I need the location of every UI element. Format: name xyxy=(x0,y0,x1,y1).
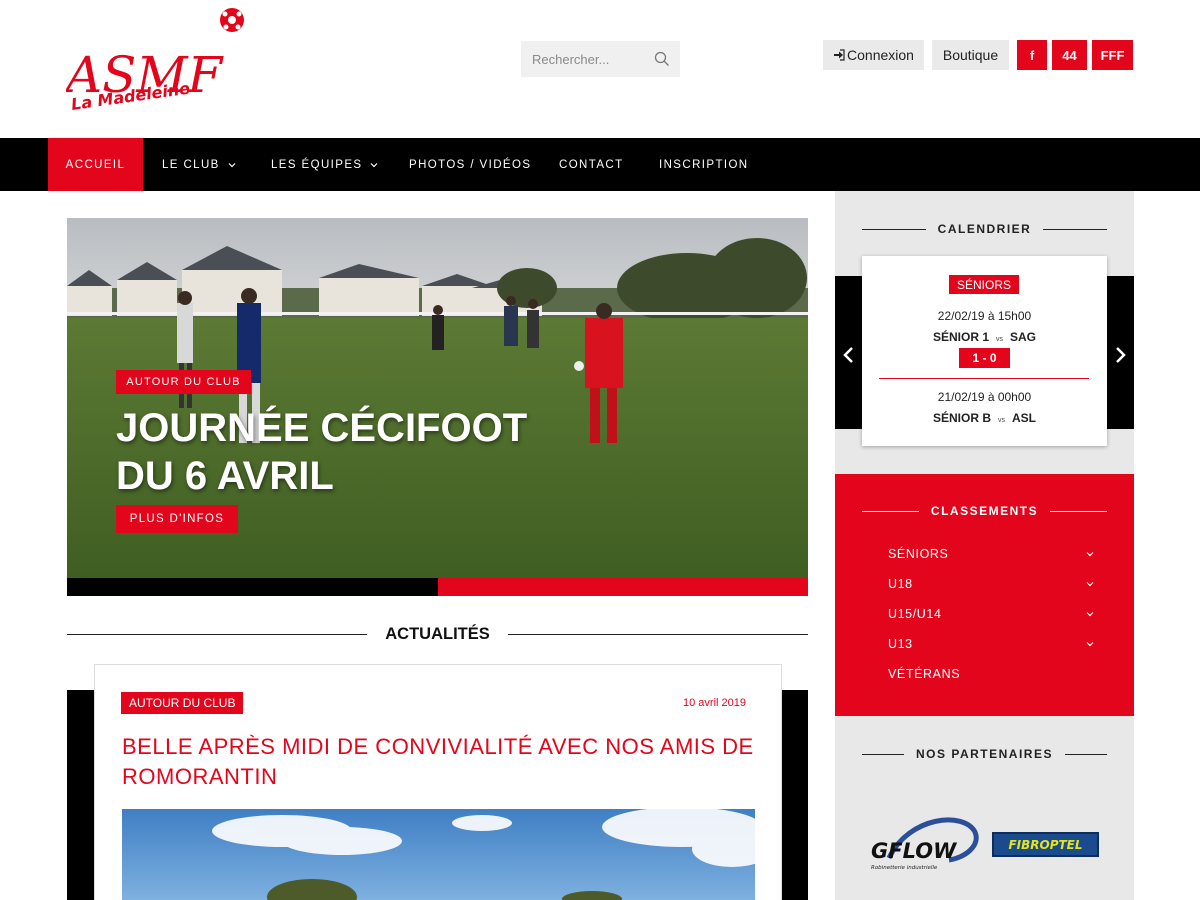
news-article-card[interactable]: AUTOUR DU CLUB 10 avril 2019 BELLE APRÈS… xyxy=(94,664,782,900)
nav-item-photos-videos[interactable]: Photos / Vidéos xyxy=(409,138,531,191)
football-icon xyxy=(220,8,244,32)
article-title[interactable]: BELLE APRÈS MIDI DE CONVIVIALITÉ AVEC NO… xyxy=(122,732,762,792)
away-team: SAG xyxy=(1010,330,1037,344)
article-image[interactable] xyxy=(122,809,755,900)
nav-item-label: Contact xyxy=(559,158,624,171)
rankings-header: CLASSEMENTS xyxy=(862,501,1107,521)
search-input[interactable] xyxy=(521,41,641,77)
login-icon xyxy=(834,49,845,61)
search-box xyxy=(521,41,680,77)
divider xyxy=(1050,510,1107,512)
calendar-category-badge[interactable]: SÉNIORS xyxy=(949,275,1020,294)
hero-title[interactable]: JOURNÉE CÉCIFOOT DU 6 AVRIL xyxy=(116,404,636,500)
fff-label: FFF xyxy=(1100,47,1125,63)
hero-more-info-button[interactable]: PLUS D'INFOS xyxy=(116,505,238,533)
divider xyxy=(67,633,368,635)
hero-title-line: DU 6 AVRIL xyxy=(116,454,334,498)
divider xyxy=(862,753,905,755)
calendar-card: SÉNIORS 22/02/19 à 15h00 SÉNIOR 1 vs SAG 1… xyxy=(862,256,1107,446)
partners-header: NOS PARTENAIRES xyxy=(862,744,1107,764)
divider xyxy=(1064,753,1107,755)
calendar-header: CALENDRIER xyxy=(862,219,1108,239)
match-teams[interactable]: SÉNIOR 1 vs SAG xyxy=(862,330,1107,344)
article-date: 10 avril 2019 xyxy=(683,697,746,709)
news-section-header: ACTUALITÉS xyxy=(67,621,808,647)
ranking-item-u13[interactable]: U13 xyxy=(888,634,1094,654)
connexion-button[interactable]: Connexion xyxy=(823,40,924,70)
rankings-panel: CLASSEMENTS SÉNIORS U18 U15/U14 U13 VÉTÉ… xyxy=(835,474,1134,716)
ranking-item-label: SÉNIORS xyxy=(888,547,949,561)
divider xyxy=(879,378,1089,379)
ranking-item-u18[interactable]: U18 xyxy=(888,574,1094,594)
article-photo xyxy=(122,809,755,900)
chevron-down-icon xyxy=(1086,612,1094,617)
club-logo[interactable]: ASMF La Madeleine xyxy=(62,6,248,116)
partner-logo-gflow[interactable]: GFLOW Robinetterie industrielle xyxy=(869,816,979,871)
divider xyxy=(507,633,808,635)
partners-title: NOS PARTENAIRES xyxy=(916,747,1053,761)
vs-label: vs xyxy=(996,336,1003,343)
nav-item-le-club[interactable]: Le Club xyxy=(162,138,236,191)
partner-logo-fibroptel[interactable]: FIBROPTEL xyxy=(992,832,1099,857)
ranking-item-label: U15/U14 xyxy=(888,607,942,621)
news-section-title: ACTUALITÉS xyxy=(385,624,490,643)
nav-item-accueil[interactable]: Accueil xyxy=(48,138,143,191)
sidebar: CALENDRIER SÉNIORS 22/02/19 à 15h00 SÉNI… xyxy=(835,191,1134,900)
partner-name: GFLOW xyxy=(871,839,957,863)
home-team: SÉNIOR B xyxy=(932,411,991,425)
away-team: ASL xyxy=(1012,411,1036,425)
main-nav: Accueil Le Club Les Équipes Photos / Vid… xyxy=(0,138,1200,191)
chevron-down-icon xyxy=(228,162,236,167)
chevron-down-icon xyxy=(371,162,378,167)
nav-item-label: Le Club xyxy=(162,158,220,171)
article-category-badge[interactable]: AUTOUR DU CLUB xyxy=(121,692,244,714)
slider-progress-bar[interactable] xyxy=(67,578,808,596)
nav-item-label: Inscription xyxy=(659,158,749,171)
divider xyxy=(862,510,919,512)
hero-title-line: JOURNÉE CÉCIFOOT xyxy=(116,406,528,450)
fff-button[interactable]: FFF xyxy=(1092,40,1133,70)
match-date: 22/02/19 à 15h00 xyxy=(937,309,1032,323)
calendar-title: CALENDRIER xyxy=(937,222,1032,236)
nav-item-label: Photos / Vidéos xyxy=(409,158,532,171)
match-score: 1 - 0 xyxy=(959,348,1010,368)
chevron-down-icon xyxy=(1086,582,1094,587)
chevron-down-icon xyxy=(1086,642,1094,647)
search-icon[interactable] xyxy=(654,51,670,67)
home-team: SÉNIOR 1 xyxy=(932,330,989,344)
club-logo-graphic: ASMF La Madeleine xyxy=(62,8,244,114)
boutique-button[interactable]: Boutique xyxy=(932,40,1009,70)
match-teams[interactable]: SÉNIOR B vs ASL xyxy=(862,411,1107,425)
vs-label: vs xyxy=(998,417,1005,424)
divider xyxy=(1043,228,1108,230)
district-44-label: 44 xyxy=(1062,47,1077,63)
ranking-item-seniors[interactable]: SÉNIORS xyxy=(888,544,1094,564)
ranking-item-veterans[interactable]: VÉTÉRANS xyxy=(888,664,1094,684)
nav-item-inscription[interactable]: Inscription xyxy=(659,138,749,191)
ranking-item-label: U18 xyxy=(888,577,913,591)
nav-item-label: Les Équipes xyxy=(271,158,363,171)
divider xyxy=(862,228,926,230)
rankings-title: CLASSEMENTS xyxy=(930,504,1039,518)
hero-category-badge[interactable]: AUTOUR DU CLUB xyxy=(116,370,251,394)
partner-name: FIBROPTEL xyxy=(1008,838,1082,852)
chevron-down-icon xyxy=(1086,552,1094,557)
chevron-right-icon[interactable] xyxy=(1111,341,1129,369)
facebook-icon: f xyxy=(1029,47,1035,63)
facebook-button[interactable]: f xyxy=(1017,40,1047,70)
slider-progress-fill xyxy=(437,578,808,596)
ranking-item-label: VÉTÉRANS xyxy=(888,667,961,681)
nav-item-label: Accueil xyxy=(65,158,126,171)
nav-item-les-equipes[interactable]: Les Équipes xyxy=(271,138,378,191)
ranking-item-label: U13 xyxy=(888,637,913,651)
match-date: 21/02/19 à 00h00 xyxy=(937,390,1032,404)
ranking-item-u15-u14[interactable]: U15/U14 xyxy=(888,604,1094,624)
nav-item-contact[interactable]: Contact xyxy=(559,138,624,191)
chevron-left-icon[interactable] xyxy=(840,341,858,369)
connexion-label: Connexion xyxy=(847,47,914,63)
district-44-button[interactable]: 44 xyxy=(1052,40,1087,70)
boutique-label: Boutique xyxy=(942,47,999,63)
partner-tagline: Robinetterie industrielle xyxy=(871,865,938,871)
